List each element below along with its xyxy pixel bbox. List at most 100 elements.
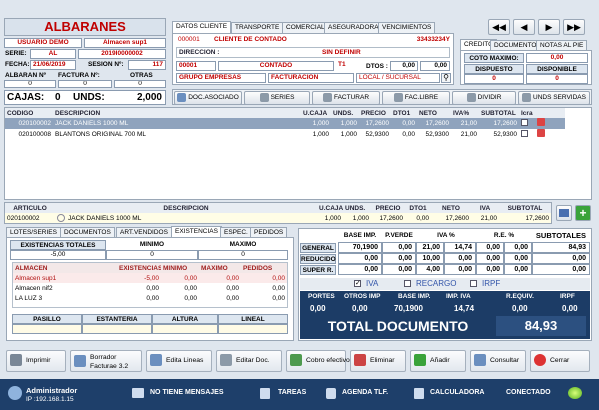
unds-value: 2,000	[136, 92, 162, 103]
first-record-button[interactable]: ◀◀	[488, 19, 510, 35]
phone-icon[interactable]	[326, 388, 336, 399]
table-row[interactable]: Almacen nif2 0,00 0,00 0,00 0,00	[13, 283, 287, 293]
consultar-button[interactable]: Consultar	[470, 350, 526, 372]
agenda-link[interactable]: AGENDA TLF.	[342, 389, 388, 396]
gear-icon	[466, 92, 476, 102]
messages-icon[interactable]	[132, 388, 144, 398]
tab-datos-cliente[interactable]: DATOS CLIENTE	[172, 21, 232, 33]
cerrar-button[interactable]: Cerrar	[530, 350, 590, 372]
articulo-input[interactable]: 020100002	[5, 213, 55, 223]
row-checkbox[interactable]	[521, 118, 528, 126]
edit-col-neto: NETO	[442, 204, 460, 212]
table-row[interactable]: 020100002 JACK DANIELS 1000 ML 1,000 1,0…	[5, 118, 565, 129]
col-neto[interactable]: NETO	[417, 108, 451, 118]
series-button[interactable]: SERIES	[244, 91, 310, 105]
facturacion-field[interactable]: FACTURACION	[268, 73, 354, 83]
col-unds[interactable]: UNDS.	[331, 108, 359, 118]
search-icon[interactable]: ⚲	[441, 73, 451, 83]
iva-checkbox[interactable]: ✓	[354, 280, 361, 287]
local-field[interactable]: LOCAL / SUCURSAL	[356, 73, 440, 83]
table-row[interactable]: Almacen sup1 -5,00 0,00 0,00 0,00	[13, 273, 287, 283]
general-label: GENERAL	[300, 243, 336, 253]
doc-asociado-button[interactable]: DOC.ASOCIADO	[174, 91, 242, 105]
otros-imp-value: 0,00	[352, 304, 368, 313]
col-codigo[interactable]: CODIGO	[5, 108, 53, 118]
eliminar-button[interactable]: Eliminar	[350, 350, 406, 372]
recargo-checkbox[interactable]	[404, 280, 411, 287]
dto1-field[interactable]: 0,00	[390, 61, 418, 71]
serie-field[interactable]: AL	[30, 49, 76, 59]
reducido-label: REDUCIDO	[300, 254, 336, 264]
neto-input[interactable]: 17,2600	[431, 213, 471, 223]
delete-line-icon[interactable]	[537, 129, 545, 137]
super-r-label: SUPER R.	[300, 265, 336, 275]
factura-field: 0	[58, 80, 112, 88]
col-ucaja[interactable]: U.CAJA	[301, 108, 331, 118]
editar-doc-button[interactable]: Editar Doc.	[216, 350, 282, 372]
delete-line-icon[interactable]	[537, 118, 545, 126]
messages-status[interactable]: NO TIENE MENSAJES	[150, 389, 224, 396]
dto1-input[interactable]: 0,00	[405, 213, 431, 223]
dto2-field[interactable]: 0,00	[420, 61, 450, 71]
tab-aseguradora[interactable]: ASEGURADORA	[324, 22, 383, 33]
col-dto1[interactable]: DTO1	[391, 108, 417, 118]
precio-input[interactable]: 17,2600	[371, 213, 405, 223]
close-icon	[534, 354, 546, 367]
row-checkbox[interactable]	[521, 129, 528, 137]
calculadora-link[interactable]: CALCULADORA	[430, 389, 484, 396]
disponible-label: DISPONIBLE	[526, 64, 588, 74]
calculator-icon[interactable]	[414, 388, 424, 399]
anadir-button[interactable]: Añadir	[410, 350, 466, 372]
edita-lineas-button[interactable]: Edita Lineas	[146, 350, 212, 372]
unds-servidas-button[interactable]: UNDS SERVIDAS	[518, 91, 590, 105]
col-subtotal[interactable]: SUBTOTAL	[479, 108, 519, 118]
facturar-button[interactable]: FACTURAR	[312, 91, 380, 105]
tab-vencimientos[interactable]: VENCIMIENTOS	[378, 22, 436, 33]
sum-base-value: 70,1900	[394, 304, 423, 313]
table-row[interactable]: 020100008 BLANTONS ORIGINAL 700 ML 1,000…	[5, 129, 565, 140]
imprimir-button[interactable]: Imprimir	[6, 350, 66, 372]
tab-comercial[interactable]: COMERCIAL	[282, 22, 329, 33]
search-icon[interactable]	[57, 213, 65, 222]
add-line-button[interactable]: +	[575, 205, 591, 221]
line-options-button[interactable]	[556, 205, 572, 221]
exist-max-header: MAXIMO	[198, 240, 288, 250]
factura-label: FACTURA Nº:	[58, 72, 100, 79]
col-iva[interactable]: IVA%	[451, 108, 479, 118]
unds-input[interactable]: 1,000	[343, 213, 371, 223]
client-tabs: DATOS CLIENTE TRANSPORTE COMERCIAL ASEGU…	[172, 21, 454, 33]
exist-warehouse-grid: ALMACEN EXISTENCIAS MINIMO MAXIMO PEDIDO…	[12, 262, 288, 308]
edit-col-unds: UNDS.	[345, 204, 366, 212]
col-icra[interactable]: Icra	[519, 108, 535, 118]
grupo-field[interactable]: GRUPO EMPRESAS	[176, 73, 266, 83]
tareas-link[interactable]: TAREAS	[278, 389, 306, 396]
table-row[interactable]: LA LUZ 3 0,00 0,00 0,00 0,00	[13, 293, 287, 303]
ucaja-input[interactable]: 1,000	[317, 213, 343, 223]
irpf-checkbox[interactable]	[470, 280, 477, 287]
col-descripcion[interactable]: DESCRIPCION	[53, 108, 301, 118]
dispuesto-label: DISPUESTO	[464, 64, 524, 74]
tab-transporte[interactable]: TRANSPORTE	[231, 22, 284, 33]
descripcion-input[interactable]: JACK DANIELS 1000 ML	[55, 213, 317, 223]
prev-record-button[interactable]: ◀	[513, 19, 535, 35]
lineal-header: LINEAL	[218, 314, 288, 324]
fac-libre-button[interactable]: FAC.LIBRE	[382, 91, 450, 105]
next-record-button[interactable]: ▶	[538, 19, 560, 35]
total-documento-label: TOTAL DOCUMENTO	[327, 318, 469, 334]
warehouse-field[interactable]: Almacen sup1	[84, 38, 166, 48]
iva-input[interactable]: 21,00	[471, 213, 499, 223]
exist-max-value: 0	[198, 250, 288, 260]
disponible-value: 0	[526, 74, 588, 84]
fecha-field[interactable]: 21/06/2019	[30, 60, 76, 70]
col-precio[interactable]: PRECIO	[359, 108, 391, 118]
altura-value	[152, 324, 218, 334]
borrador-facturae-button[interactable]: Borrador Facturae 3.2	[70, 350, 142, 372]
coto-label: COTO MAXIMO:	[464, 53, 524, 63]
last-record-button[interactable]: ▶▶	[563, 19, 585, 35]
direccion-value: SIN DEFINIR	[322, 49, 361, 56]
dividir-button[interactable]: DIVIDIR	[452, 91, 516, 105]
client-code[interactable]: 000001	[176, 36, 212, 46]
estanteria-header: ESTANTERIA	[82, 314, 152, 324]
cobro-efectivo-button[interactable]: Cobro efectivo	[286, 350, 350, 372]
tasks-icon[interactable]	[260, 388, 270, 399]
